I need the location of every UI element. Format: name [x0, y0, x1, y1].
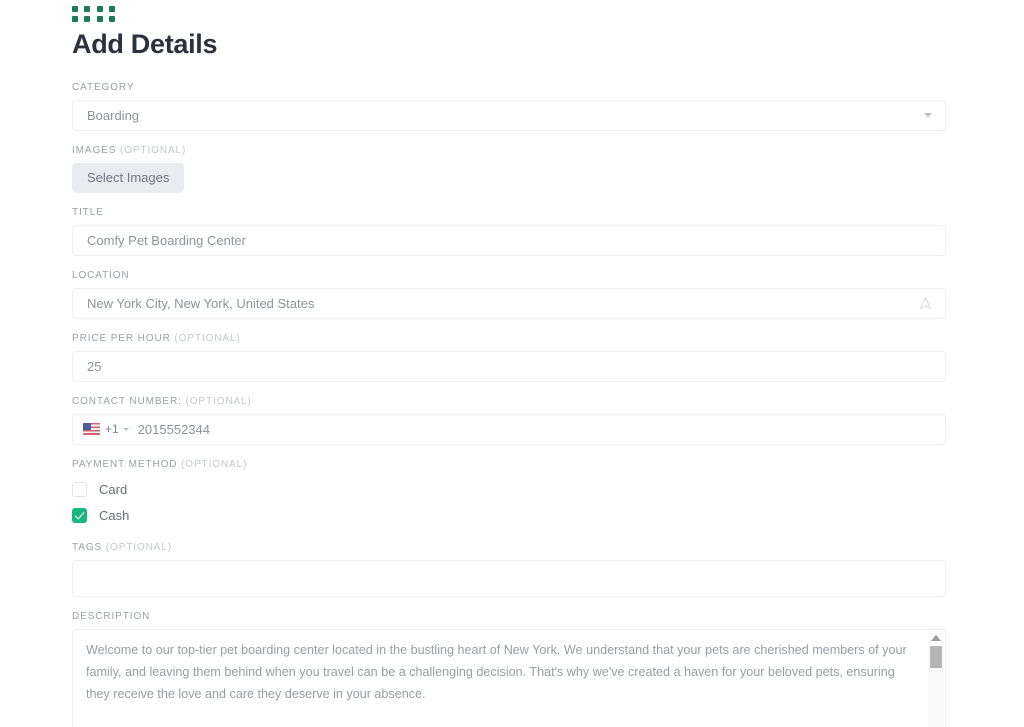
label-images: IMAGES (OPTIONAL) [72, 145, 946, 156]
scroll-up-arrow-icon[interactable] [928, 631, 944, 646]
field-images: IMAGES (OPTIONAL) Select Images [72, 145, 946, 193]
field-category: CATEGORY Boarding [72, 82, 946, 131]
label-tags-text: TAGS [72, 541, 103, 553]
location-input[interactable]: New York City, New York, United States [72, 287, 946, 319]
logo-dot [96, 16, 103, 22]
logo-dot [84, 16, 91, 22]
checkbox-cash[interactable] [72, 507, 87, 523]
label-tags-optional: (OPTIONAL) [105, 541, 173, 553]
label-images-optional: (OPTIONAL) [119, 144, 187, 156]
label-price-per-hour: PRICE PER HOUR (OPTIONAL) [72, 333, 946, 344]
label-title: TITLE [72, 206, 104, 218]
title-value: Comfy Pet Boarding Center [87, 232, 246, 248]
label-contact-text: CONTACT NUMBER: [72, 395, 182, 407]
checkbox-card[interactable] [72, 481, 87, 497]
label-payment-method: PAYMENT METHOD (OPTIONAL) [72, 459, 946, 470]
label-price-optional: (OPTIONAL) [174, 332, 241, 344]
checkbox-card-label: Card [99, 481, 128, 497]
category-value: Boarding [87, 107, 140, 123]
logo-dot [84, 6, 91, 12]
chevron-down-icon [924, 113, 932, 118]
description-scrollbar[interactable] [928, 630, 944, 727]
label-description: DESCRIPTION [72, 610, 151, 622]
navigation-arrow-icon[interactable] [918, 296, 933, 311]
logo-dot [96, 6, 103, 12]
logo-dot [72, 6, 78, 12]
field-description: DESCRIPTION Welcome to our top-tier pet … [72, 611, 946, 727]
label-category: CATEGORY [72, 81, 135, 93]
price-per-hour-value: 25 [87, 358, 102, 374]
label-location: LOCATION [72, 269, 130, 281]
location-value: New York City, New York, United States [87, 295, 315, 311]
field-location: LOCATION New York City, New York, United… [72, 270, 946, 319]
checkbox-cash-label: Cash [99, 507, 130, 523]
label-payment-text: PAYMENT METHOD [72, 458, 178, 470]
label-images-text: IMAGES [72, 144, 117, 156]
title-input[interactable]: Comfy Pet Boarding Center [72, 224, 946, 256]
logo-dot [108, 6, 115, 12]
label-payment-optional: (OPTIONAL) [181, 458, 248, 470]
add-details-form: Add Details CATEGORY Boarding IMAGES (OP… [72, 0, 946, 727]
label-price-text: PRICE PER HOUR [72, 332, 171, 344]
field-price-per-hour: PRICE PER HOUR (OPTIONAL) 25 [72, 333, 946, 382]
logo-dot [108, 16, 115, 22]
field-tags: TAGS (OPTIONAL) [72, 542, 946, 597]
field-payment-method: PAYMENT METHOD (OPTIONAL) Card Cash [72, 459, 946, 528]
category-select[interactable]: Boarding [72, 99, 946, 131]
chevron-down-icon[interactable] [122, 427, 129, 431]
price-per-hour-input[interactable]: 25 [72, 350, 946, 382]
logo-dot [72, 16, 78, 22]
scroll-thumb[interactable] [930, 645, 942, 668]
us-flag-icon [83, 423, 100, 436]
contact-number-input[interactable]: +1 2015552344 [72, 413, 946, 445]
dial-code-value: +1 [105, 422, 119, 437]
select-images-button[interactable]: Select Images [72, 162, 185, 193]
tags-input[interactable] [72, 559, 946, 597]
dots-logo-icon [72, 6, 116, 22]
label-contact-number: CONTACT NUMBER: (OPTIONAL) [72, 396, 946, 407]
field-contact-number: CONTACT NUMBER: (OPTIONAL) +1 2015552344 [72, 396, 946, 445]
scroll-track[interactable] [928, 645, 944, 727]
label-tags: TAGS (OPTIONAL) [72, 542, 946, 553]
description-value: Welcome to our top-tier pet boarding cen… [86, 642, 911, 701]
description-textarea[interactable]: Welcome to our top-tier pet boarding cen… [72, 628, 946, 727]
page-title: Add Details [72, 29, 218, 59]
payment-option-card[interactable]: Card [72, 477, 946, 502]
label-contact-optional: (OPTIONAL) [185, 395, 252, 407]
add-details-page: Add Details CATEGORY Boarding IMAGES (OP… [0, 0, 1024, 727]
payment-option-cash[interactable]: Cash [72, 503, 946, 528]
phone-number-value: 2015552344 [137, 421, 210, 437]
field-title: TITLE Comfy Pet Boarding Center [72, 207, 946, 256]
